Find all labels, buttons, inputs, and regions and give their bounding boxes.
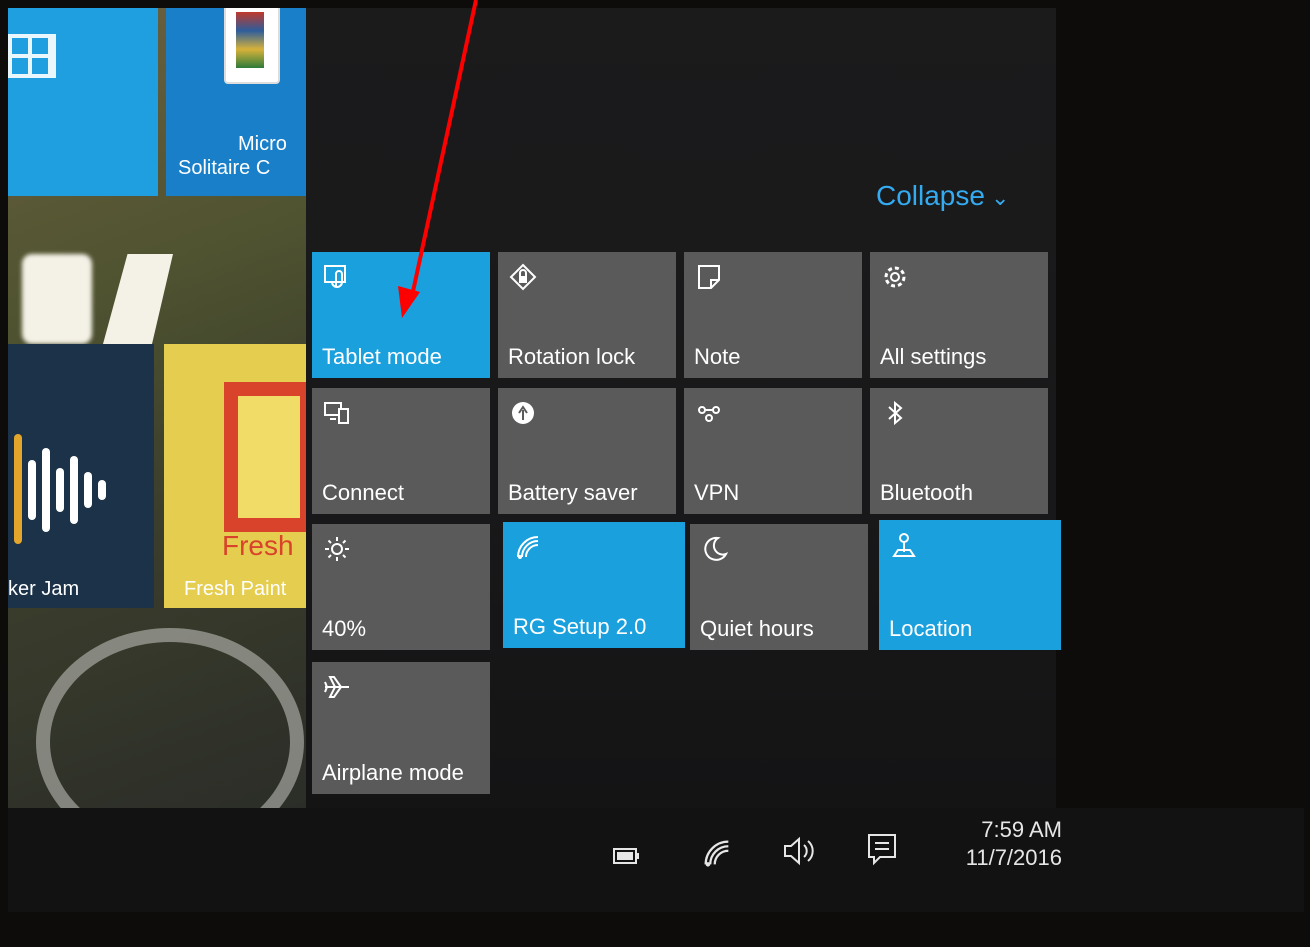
volume-icon[interactable] xyxy=(782,834,820,868)
joker-jam-tile[interactable]: ker Jam xyxy=(8,344,154,608)
background-decoration xyxy=(36,628,304,808)
fresh-paint-tile[interactable]: Fresh Fresh Paint xyxy=(164,344,306,608)
vpn-label: VPN xyxy=(694,480,740,505)
fresh-brand-text: Fresh xyxy=(222,530,294,561)
store-icon xyxy=(8,34,56,78)
all-settings-button[interactable]: All settings xyxy=(870,252,1048,378)
start-menu-tiles: Micro Solitaire C ker Jam Fresh Fresh Pa… xyxy=(8,8,306,808)
paint-frame-icon xyxy=(224,382,306,532)
tablet-mode-icon xyxy=(324,265,346,288)
screen-glare xyxy=(103,254,173,344)
connect-button[interactable]: Connect xyxy=(312,388,490,514)
notification-icon[interactable] xyxy=(866,832,898,868)
tablet-mode-label: Tablet mode xyxy=(322,344,442,369)
note-label: Note xyxy=(694,344,741,369)
store-tile[interactable] xyxy=(8,8,158,196)
brightness-icon xyxy=(325,537,349,561)
airplane-mode-button[interactable]: Airplane mode xyxy=(312,662,490,794)
solitaire-label-line1: Micro xyxy=(238,133,287,155)
quiet-hours-label: Quiet hours xyxy=(700,616,814,641)
fresh-paint-label: Fresh Paint xyxy=(184,578,287,600)
location-button[interactable]: Location xyxy=(879,520,1061,650)
solitaire-tile[interactable]: Micro Solitaire C xyxy=(166,8,306,196)
battery-saver-button[interactable]: Battery saver xyxy=(498,388,676,514)
sound-wave-icon xyxy=(14,434,106,544)
location-label: Location xyxy=(889,616,973,641)
clock[interactable]: 7:59 AM 11/7/2016 xyxy=(944,816,1062,872)
location-icon xyxy=(892,533,916,557)
wifi-network-button[interactable]: RG Setup 2.0 xyxy=(503,522,685,648)
battery-saver-icon xyxy=(512,402,534,424)
clock-time: 7:59 AM xyxy=(981,817,1062,842)
connect-label: Connect xyxy=(322,480,404,505)
bluetooth-button[interactable]: Bluetooth xyxy=(870,388,1048,514)
battery-icon[interactable] xyxy=(612,844,642,868)
connect-icon xyxy=(324,402,349,424)
all-settings-label: All settings xyxy=(880,344,987,369)
rotation-lock-icon xyxy=(509,263,537,291)
moon-icon xyxy=(704,536,729,561)
vpn-icon xyxy=(698,406,720,422)
vpn-button[interactable]: VPN xyxy=(684,388,862,514)
solitaire-label-line2: Solitaire C xyxy=(178,157,271,179)
joker-jam-label: ker Jam xyxy=(8,578,80,600)
tablet-mode-button[interactable]: Tablet mode xyxy=(312,252,490,378)
screen-glare xyxy=(22,254,92,344)
cards-icon xyxy=(224,8,280,84)
collapse-button[interactable]: Collapse ⌄ xyxy=(876,180,1009,214)
solitaire-label: Micro Solitaire C xyxy=(178,132,304,180)
airplane-icon xyxy=(324,676,349,698)
note-icon xyxy=(698,265,720,289)
rotation-lock-button[interactable]: Rotation lock xyxy=(498,252,676,378)
wifi-icon[interactable] xyxy=(700,836,734,870)
bluetooth-icon xyxy=(888,400,903,426)
battery-saver-label: Battery saver xyxy=(508,480,638,505)
wifi-icon xyxy=(517,536,539,559)
bluetooth-label: Bluetooth xyxy=(880,480,973,505)
collapse-label: Collapse xyxy=(876,180,985,211)
chevron-down-icon: ⌄ xyxy=(990,185,1010,210)
gear-icon xyxy=(884,266,906,288)
brightness-button[interactable]: 40% xyxy=(312,524,490,650)
clock-date: 11/7/2016 xyxy=(965,845,1062,870)
airplane-mode-label: Airplane mode xyxy=(322,760,464,785)
brightness-label: 40% xyxy=(322,616,367,641)
quiet-hours-button[interactable]: Quiet hours xyxy=(690,524,868,650)
wifi-network-label: RG Setup 2.0 xyxy=(513,614,647,639)
taskbar: 7:59 AM 11/7/2016 xyxy=(8,808,1304,912)
rotation-lock-label: Rotation lock xyxy=(508,344,636,369)
note-button[interactable]: Note xyxy=(684,252,862,378)
